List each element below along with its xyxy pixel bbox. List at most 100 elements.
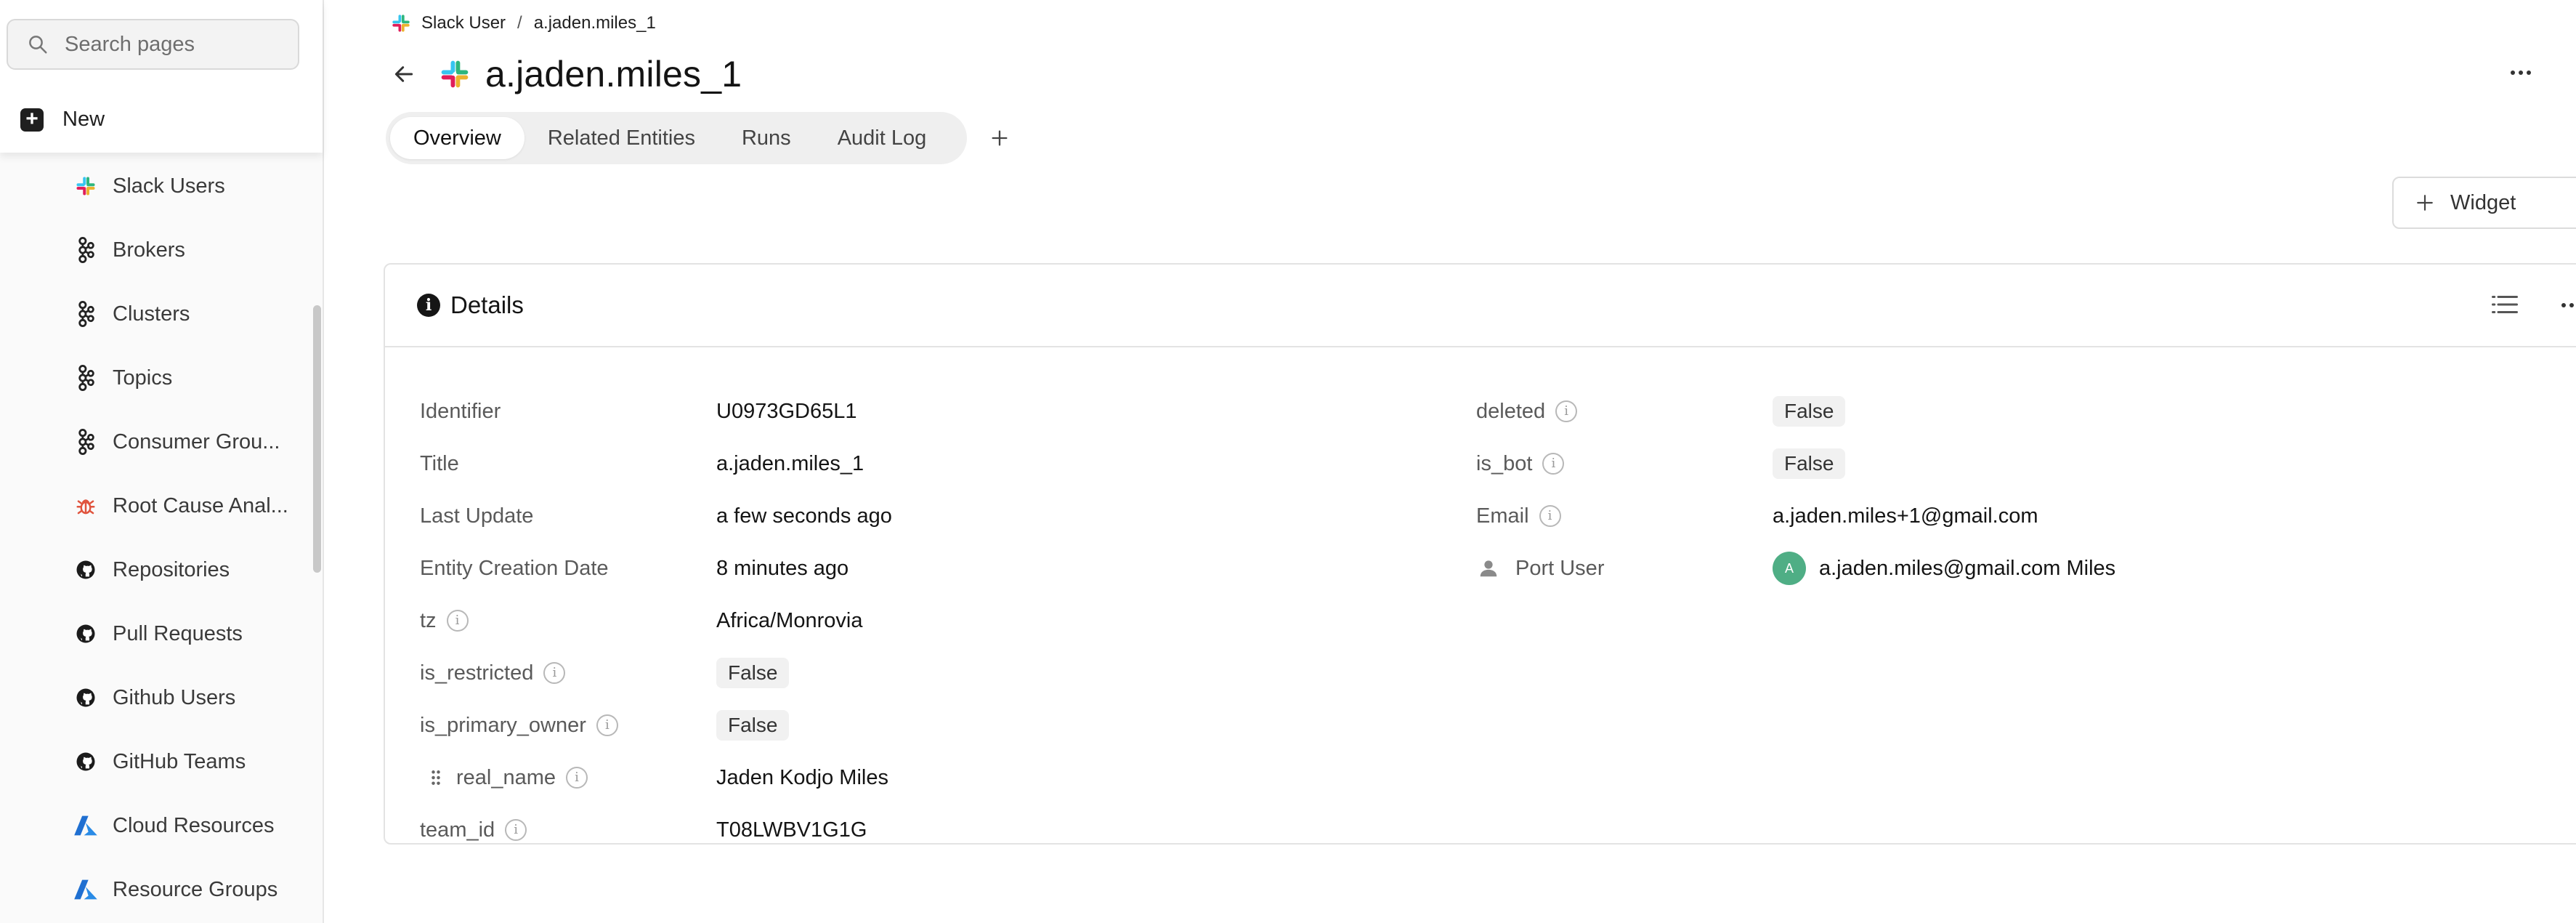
property-row: is_restricted i (420, 658, 566, 688)
breadcrumb-parent-link[interactable]: Slack User (421, 13, 506, 33)
info-outline-icon[interactable]: i (446, 610, 469, 632)
tab-bar: Overview Related Entities Runs Audit Log (386, 112, 967, 164)
property-value-row: U0973GD65L1 (716, 397, 856, 426)
details-card: i Details Identifier U0973GD65L1 Title a… (384, 263, 2576, 845)
property-value: Africa/Monrovia (716, 608, 863, 632)
property-value-row: False (716, 658, 790, 688)
property-value-row: A a.jaden.miles@gmail.com Miles (1773, 552, 2115, 585)
drag-handle-icon[interactable] (429, 767, 443, 789)
avatar: A (1773, 552, 1806, 585)
sidebar-item-topics[interactable]: Topics (73, 356, 291, 400)
page-header: a.jaden.miles_1 (391, 52, 742, 96)
property-key: real_name (456, 765, 556, 789)
tab-overview[interactable]: Overview (390, 117, 524, 159)
tab-runs[interactable]: Runs (718, 117, 814, 159)
info-outline-icon[interactable]: i (1555, 400, 1578, 422)
sidebar-item-resource-groups[interactable]: Resource Groups (73, 868, 291, 911)
property-key: tz (420, 608, 437, 632)
property-key: is_primary_owner (420, 713, 586, 737)
port-user-link[interactable]: a.jaden.miles@gmail.com Miles (1819, 557, 2115, 581)
search-placeholder: Search pages (65, 32, 195, 56)
sidebar-item-cloud-resources[interactable]: Cloud Resources (73, 804, 291, 847)
tab-related-entities[interactable]: Related Entities (524, 117, 718, 159)
azure-icon (73, 813, 99, 839)
new-button[interactable]: + New (20, 108, 105, 132)
sidebar-item-label: Consumer Grou... (113, 430, 280, 454)
property-value-row: Africa/Monrovia (716, 606, 862, 635)
sidebar-header: Search pages + New (0, 0, 323, 153)
list-view-icon[interactable] (2492, 294, 2518, 315)
sidebar-item-label: Repositories (113, 557, 230, 581)
property-value: U0973GD65L1 (716, 399, 857, 423)
plus-icon (2417, 195, 2433, 211)
property-value-row: False (1773, 448, 1846, 479)
add-tab-icon[interactable] (985, 124, 1014, 153)
property-key: team_id (420, 818, 495, 842)
add-widget-button[interactable]: Widget (2392, 177, 2576, 229)
property-value: T08LWBV1G1G (716, 818, 867, 842)
more-options-icon[interactable] (2506, 64, 2535, 81)
card-more-options-icon[interactable] (2557, 297, 2576, 314)
info-outline-icon[interactable]: i (543, 662, 566, 684)
sidebar-item-label: Pull Requests (113, 621, 243, 645)
breadcrumb-current: a.jaden.miles_1 (533, 13, 656, 33)
property-value: 8 minutes ago (716, 556, 849, 580)
search-input[interactable]: Search pages (7, 19, 299, 70)
page-title: a.jaden.miles_1 (485, 54, 742, 94)
property-key: Port User (1515, 556, 1605, 580)
sidebar-item-repositories[interactable]: Repositories (73, 548, 291, 592)
plus-square-icon: + (20, 108, 44, 132)
info-outline-icon[interactable]: i (505, 819, 527, 841)
sidebar-item-github-users[interactable]: Github Users (73, 676, 291, 720)
sidebar-item-label: Cloud Resources (113, 813, 275, 837)
property-value-row: False (716, 710, 790, 741)
sidebar-item-consumer-groups[interactable]: Consumer Grou... (73, 420, 291, 464)
sidebar-item-label: GitHub Teams (113, 749, 246, 773)
info-outline-icon[interactable]: i (566, 767, 588, 789)
property-value: a few seconds ago (716, 504, 892, 528)
property-key: Last Update (420, 504, 534, 528)
azure-icon (73, 876, 99, 903)
info-outline-icon[interactable]: i (1539, 505, 1561, 527)
property-row: tz i (420, 606, 469, 635)
info-outline-icon[interactable]: i (596, 714, 618, 736)
property-value-row: 8 minutes ago (716, 554, 848, 583)
slack-icon (392, 15, 410, 32)
property-row: Title (420, 449, 459, 478)
slack-icon (73, 173, 99, 199)
property-row: real_name i (429, 763, 588, 792)
info-outline-icon[interactable]: i (1542, 453, 1565, 475)
tab-audit-log[interactable]: Audit Log (814, 117, 950, 159)
property-row: is_primary_owner i (420, 711, 618, 740)
search-icon (29, 36, 47, 54)
github-icon (73, 557, 99, 583)
widget-button-label: Widget (2450, 190, 2516, 214)
property-key: deleted (1476, 399, 1546, 423)
sidebar-item-github-teams[interactable]: GitHub Teams (73, 740, 291, 783)
sidebar-item-label: Brokers (113, 238, 185, 262)
property-key: Email (1476, 504, 1529, 528)
property-row: deleted i (1476, 397, 1578, 426)
sidebar-item-label: Slack Users (113, 174, 225, 198)
breadcrumb-separator: / (517, 13, 522, 33)
sidebar-item-slack-users[interactable]: Slack Users (73, 164, 291, 208)
sidebar-item-brokers[interactable]: Brokers (73, 228, 291, 272)
property-row: Last Update (420, 501, 533, 531)
property-key: is_bot (1476, 451, 1533, 475)
card-title: Details (450, 291, 524, 318)
sidebar-item-clusters[interactable]: Clusters (73, 292, 291, 336)
email-link[interactable]: a.jaden.miles+1@gmail.com (1773, 504, 2038, 528)
property-value-row: T08LWBV1G1G (716, 815, 867, 843)
property-row: Port User (1478, 554, 1604, 583)
details-card-header: i Details (385, 265, 2576, 347)
github-icon (73, 621, 99, 647)
sidebar-item-pull-requests[interactable]: Pull Requests (73, 612, 291, 656)
main-content: Slack User / a.jaden.miles_1 a.jaden.mil… (324, 0, 2576, 923)
boolean-badge: False (1773, 396, 1846, 427)
sidebar-item-root-cause-analysis[interactable]: Root Cause Anal... (73, 484, 291, 528)
sidebar-scrollbar[interactable] (313, 305, 321, 573)
github-icon (73, 685, 99, 711)
back-arrow-icon[interactable] (391, 61, 417, 87)
user-icon (1480, 560, 1497, 577)
property-value-row: a.jaden.miles_1 (716, 449, 864, 478)
